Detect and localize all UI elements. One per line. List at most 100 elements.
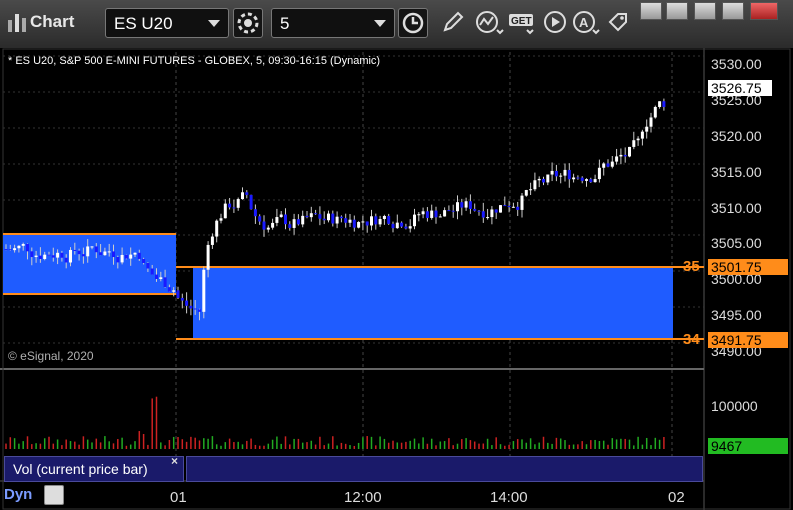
candle-body — [167, 287, 171, 292]
tag-button[interactable] — [604, 8, 634, 38]
candle-body — [636, 138, 640, 141]
candle-body — [202, 269, 206, 312]
candle-body — [30, 251, 34, 258]
candle-body — [279, 214, 283, 218]
price-axis-tick: 3505.00 — [711, 235, 762, 251]
opening-range-zone — [193, 267, 673, 339]
candle-body — [438, 216, 442, 218]
close-icon[interactable]: × — [171, 454, 178, 468]
current-volume-label: 9467 — [708, 438, 788, 454]
candle-body — [610, 161, 614, 167]
maximize-button[interactable] — [722, 2, 744, 20]
candle-body — [615, 156, 619, 162]
last-price-label: 3526.75 — [708, 80, 772, 96]
candle-body — [198, 309, 201, 312]
candle-body — [585, 179, 588, 181]
candle-body — [357, 222, 361, 228]
a-icon: A — [573, 11, 600, 35]
window-title: Chart — [30, 12, 75, 31]
candle-body — [443, 210, 447, 217]
candle-body — [550, 170, 554, 175]
chart-app-icon — [8, 14, 26, 32]
candle-body — [649, 117, 653, 127]
candle-body — [537, 178, 541, 181]
interval-selector[interactable]: 5 — [271, 8, 395, 38]
candle-body — [284, 214, 287, 225]
candle-body — [425, 211, 429, 218]
candle-body — [86, 246, 90, 257]
candle-body — [189, 305, 193, 309]
candle-body — [597, 167, 601, 180]
candle-body — [241, 192, 244, 200]
tag-icon — [608, 13, 627, 32]
candle-body — [159, 277, 163, 279]
dynamic-mode-label[interactable]: Dyn — [4, 486, 32, 503]
chevron-down-icon — [208, 20, 220, 27]
alert-button[interactable]: A — [571, 8, 601, 38]
time-axis-tick: 01 — [170, 489, 187, 506]
candle-body — [387, 215, 391, 224]
price-axis-tick: 3510.00 — [711, 200, 762, 216]
candle-body — [503, 205, 507, 207]
candle-body — [223, 203, 227, 219]
candle-body — [69, 249, 72, 263]
time-axis-tick: 12:00 — [344, 489, 382, 506]
candle-body — [47, 254, 51, 256]
candle-body — [335, 216, 339, 224]
candle-body — [451, 210, 455, 212]
candle-body — [619, 154, 623, 157]
draw-tool-button[interactable] — [439, 8, 469, 38]
clock-icon — [402, 12, 424, 34]
candle-body — [232, 207, 236, 209]
interval-value: 5 — [280, 14, 290, 33]
chart-area[interactable] — [0, 48, 793, 510]
candle-body — [365, 221, 369, 226]
volume-study-label[interactable]: Vol (current price bar) — [4, 456, 184, 482]
get-button[interactable]: GET — [507, 8, 539, 38]
candle-body — [34, 255, 38, 258]
price-chart[interactable] — [0, 48, 793, 510]
candle-body — [486, 217, 490, 219]
candle-body — [623, 154, 627, 157]
candle-body — [378, 219, 382, 225]
settings-gear-button[interactable] — [233, 8, 263, 38]
candle-body — [64, 257, 68, 263]
candle-body — [464, 201, 468, 208]
candle-body — [206, 244, 210, 270]
candle-body — [103, 251, 107, 256]
restore-small-button[interactable] — [640, 2, 662, 20]
candle-body — [477, 210, 481, 212]
candle-body — [554, 170, 558, 177]
indicator-icon — [476, 11, 504, 35]
candle-body — [576, 177, 580, 179]
close-button[interactable] — [750, 2, 778, 20]
candle-body — [107, 251, 111, 253]
indicator-button[interactable] — [474, 8, 504, 38]
pencil-icon — [443, 11, 464, 32]
upper-level-price: 3501.75 — [708, 259, 788, 275]
candle-body — [348, 219, 352, 223]
candle-body — [602, 163, 606, 168]
candle-body — [339, 216, 343, 219]
candle-body — [318, 214, 322, 219]
candle-body — [645, 126, 649, 132]
volume-axis-tick: 100000 — [711, 398, 758, 414]
candle-body — [572, 177, 576, 180]
lock-icon[interactable] — [44, 485, 64, 505]
play-button[interactable] — [541, 8, 571, 38]
window-restore-button[interactable] — [666, 2, 688, 20]
candle-body — [309, 213, 313, 218]
clock-button[interactable] — [398, 8, 428, 38]
candle-body — [507, 205, 511, 208]
candle-body — [542, 178, 545, 183]
candle-body — [180, 297, 184, 301]
minimize-button[interactable] — [694, 2, 716, 20]
candle-body — [421, 211, 425, 215]
title-bar: Chart ES U20 5 GET A — [0, 0, 793, 49]
symbol-selector[interactable]: ES U20 — [105, 8, 229, 38]
candle-body — [43, 254, 47, 259]
chevron-down-icon — [374, 20, 386, 27]
candle-body — [296, 219, 300, 225]
time-axis-tick: 02 — [668, 489, 685, 506]
candle-body — [314, 213, 318, 215]
